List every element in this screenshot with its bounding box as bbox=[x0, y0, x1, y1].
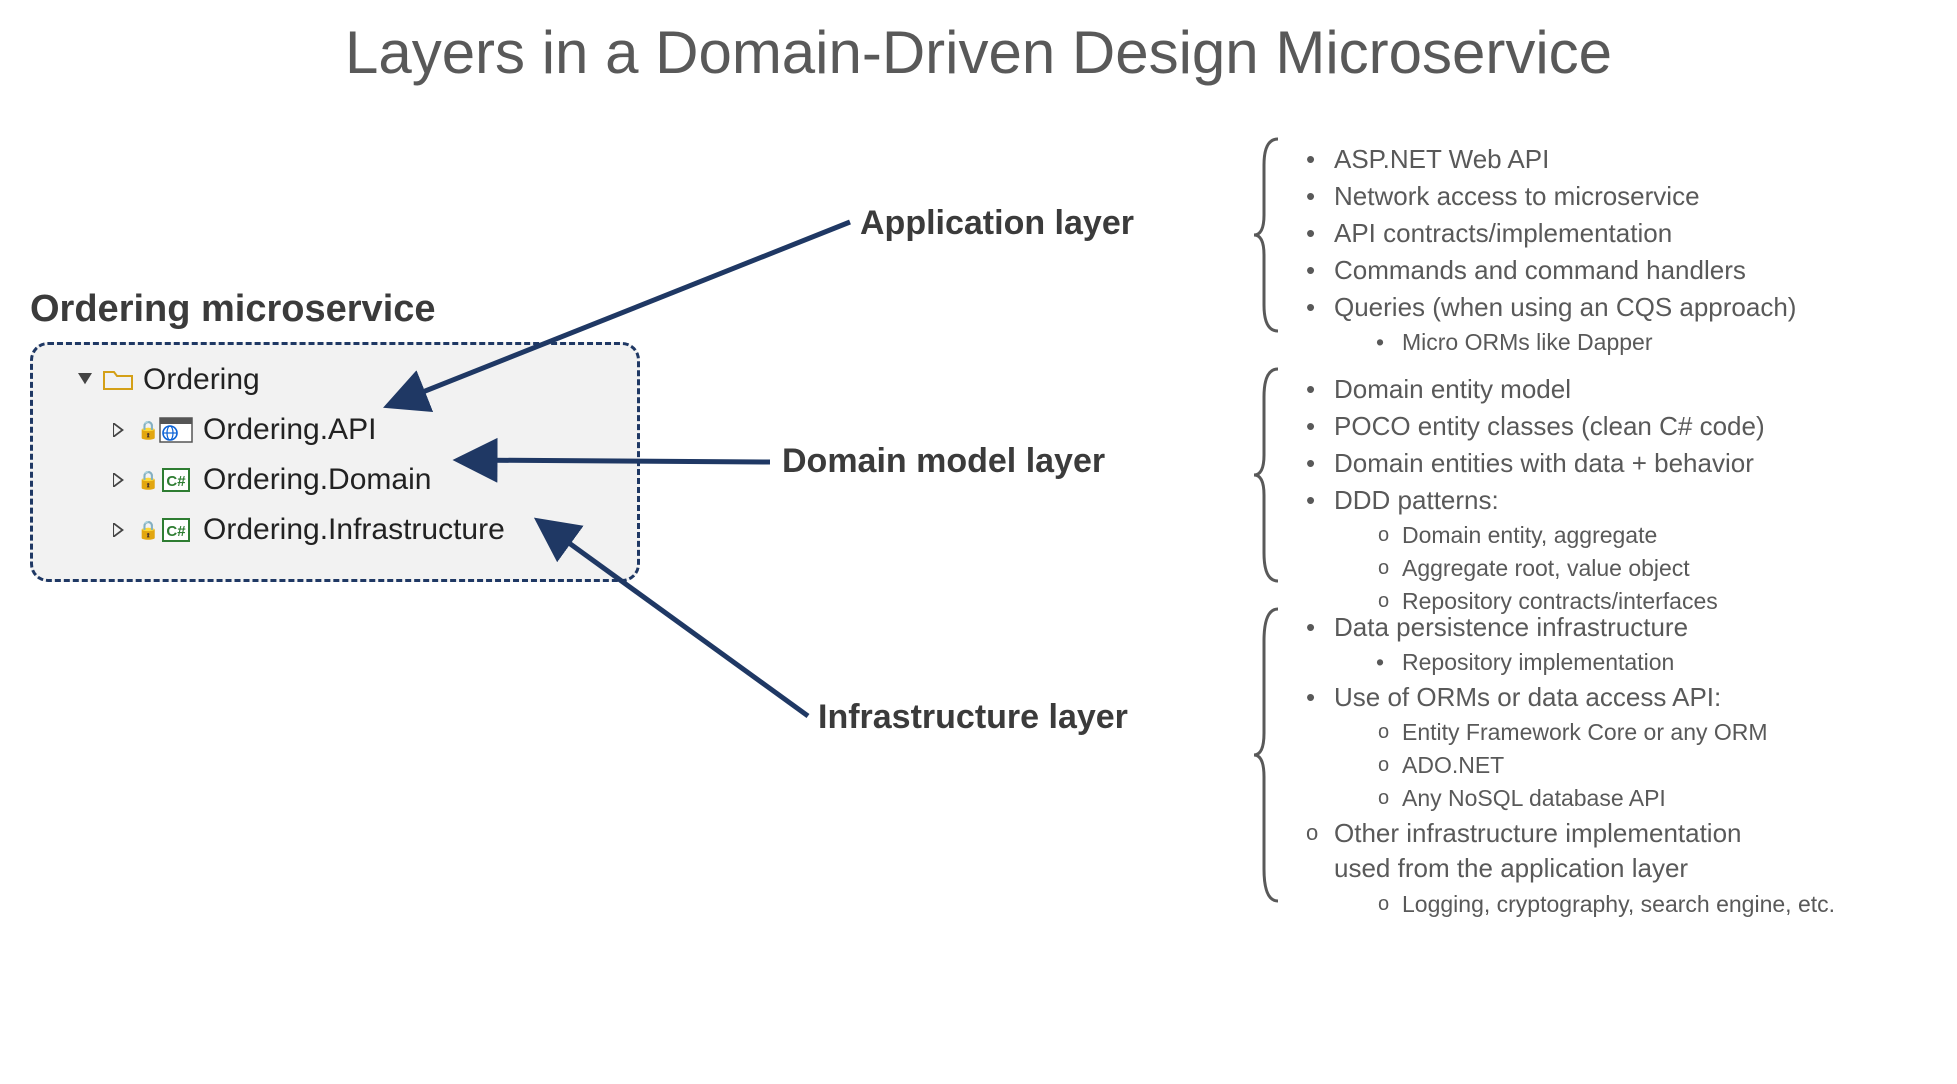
project-label: Ordering.Domain bbox=[203, 463, 431, 497]
bullet: POCO entity classes (clean C# code) bbox=[1300, 409, 1920, 444]
brace-application-icon bbox=[1250, 135, 1286, 335]
diagram-canvas: Layers in a Domain-Driven Design Microse… bbox=[0, 0, 1957, 1084]
sub-bullet: Entity Framework Core or any ORM bbox=[1372, 717, 1920, 748]
bullet: Network access to microservice bbox=[1300, 179, 1920, 214]
bullet: DDD patterns: Domain entity, aggregate A… bbox=[1300, 483, 1920, 617]
project-row-api: 🔒 Ordering.API bbox=[73, 405, 623, 455]
svg-text:C#: C# bbox=[166, 523, 186, 540]
infrastructure-layer-title: Infrastructure layer bbox=[818, 698, 1128, 737]
solution-explorer: Ordering 🔒 Ordering.API 🔒 bbox=[30, 342, 640, 582]
bullet: API contracts/implementation bbox=[1300, 216, 1920, 251]
application-layer-title: Application layer bbox=[860, 204, 1134, 243]
bullet-text: Queries (when using an CQS approach) bbox=[1334, 292, 1796, 322]
project-label: Ordering.Infrastructure bbox=[203, 513, 505, 547]
folder-icon bbox=[103, 369, 133, 391]
bullet: Domain entities with data + behavior bbox=[1300, 446, 1920, 481]
domain-layer-title: Domain model layer bbox=[782, 442, 1105, 481]
solution-root-row: Ordering bbox=[73, 355, 623, 405]
bullet-text: used from the application layer bbox=[1334, 853, 1688, 883]
project-label: Ordering.API bbox=[203, 413, 376, 447]
bullet-text: Other infrastructure implementation bbox=[1334, 818, 1742, 848]
brace-infrastructure-icon bbox=[1250, 605, 1286, 905]
microservice-label: Ordering microservice bbox=[30, 288, 436, 331]
bullet: Data persistence infrastructure Reposito… bbox=[1300, 610, 1920, 678]
sub-bullet: Repository implementation bbox=[1372, 647, 1920, 678]
lock-icon: 🔒 bbox=[137, 520, 155, 541]
project-row-domain: 🔒 C# Ordering.Domain bbox=[73, 455, 623, 505]
bullet-text: Use of ORMs or data access API: bbox=[1334, 682, 1721, 712]
caret-right-icon bbox=[107, 473, 131, 487]
svg-text:C#: C# bbox=[166, 473, 186, 490]
bullet: Commands and command handlers bbox=[1300, 253, 1920, 288]
solution-root-label: Ordering bbox=[143, 363, 260, 397]
infrastructure-layer-details: Data persistence infrastructure Reposito… bbox=[1300, 608, 1920, 922]
diagram-title: Layers in a Domain-Driven Design Microse… bbox=[0, 18, 1957, 87]
caret-right-icon bbox=[107, 523, 131, 537]
domain-layer-details: Domain entity model POCO entity classes … bbox=[1300, 370, 1920, 620]
sub-bullet: Micro ORMs like Dapper bbox=[1372, 327, 1920, 358]
bullet: ASP.NET Web API bbox=[1300, 142, 1920, 177]
project-row-infrastructure: 🔒 C# Ordering.Infrastructure bbox=[73, 505, 623, 555]
csharp-project-icon: C# bbox=[159, 467, 193, 493]
sub-bullet: Logging, cryptography, search engine, et… bbox=[1372, 889, 1920, 920]
bullet: Use of ORMs or data access API: Entity F… bbox=[1300, 680, 1920, 814]
bullet: Domain entity model bbox=[1300, 372, 1920, 407]
web-project-icon bbox=[159, 417, 193, 443]
lock-icon: 🔒 bbox=[137, 420, 155, 441]
bullet: Queries (when using an CQS approach) Mic… bbox=[1300, 290, 1920, 358]
application-layer-details: ASP.NET Web API Network access to micros… bbox=[1300, 140, 1920, 361]
csharp-project-icon: C# bbox=[159, 517, 193, 543]
caret-right-icon bbox=[107, 423, 131, 437]
sub-bullet: ADO.NET bbox=[1372, 750, 1920, 781]
sub-bullet: Domain entity, aggregate bbox=[1372, 520, 1920, 551]
sub-bullet: Aggregate root, value object bbox=[1372, 553, 1920, 584]
bullet: Other infrastructure implementation used… bbox=[1300, 816, 1920, 919]
caret-down-icon bbox=[73, 373, 97, 387]
lock-icon: 🔒 bbox=[137, 470, 155, 491]
bullet-text: DDD patterns: bbox=[1334, 485, 1499, 515]
bullet-text: Data persistence infrastructure bbox=[1334, 612, 1688, 642]
sub-bullet: Any NoSQL database API bbox=[1372, 783, 1920, 814]
brace-domain-icon bbox=[1250, 365, 1286, 585]
